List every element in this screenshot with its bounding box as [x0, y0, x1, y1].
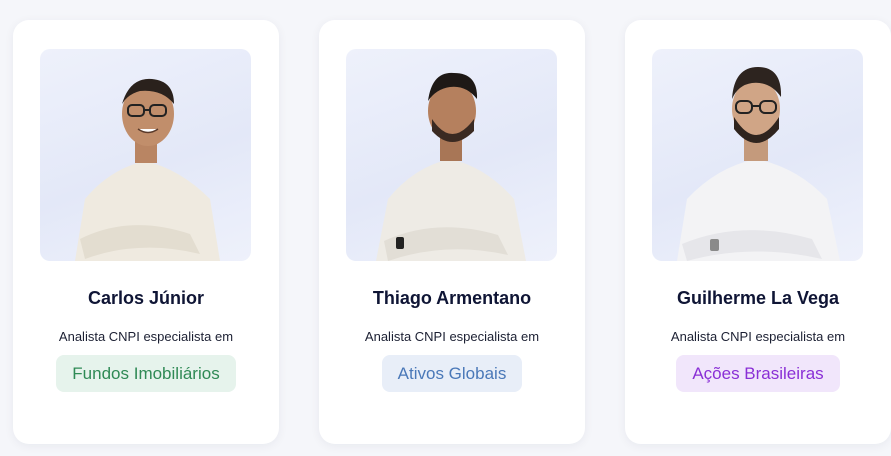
analyst-role: Analista CNPI especialista em — [364, 329, 540, 344]
analyst-role: Analista CNPI especialista em — [670, 329, 846, 344]
analyst-card[interactable]: Guilherme La Vega Analista CNPI especial… — [625, 20, 891, 444]
analyst-name: Carlos Júnior — [87, 288, 205, 308]
analyst-card[interactable]: Carlos Júnior Analista CNPI especialista… — [13, 20, 279, 444]
analyst-photo — [346, 49, 557, 261]
analyst-cards-row: Carlos Júnior Analista CNPI especialista… — [0, 0, 891, 456]
analyst-card[interactable]: Thiago Armentano Analista CNPI especiali… — [319, 20, 585, 444]
analyst-name: Thiago Armentano — [372, 288, 532, 308]
specialty-tag[interactable]: Ações Brasileiras — [676, 355, 840, 392]
analyst-photo — [40, 49, 251, 261]
specialty-tag[interactable]: Ativos Globais — [381, 355, 523, 392]
analyst-photo — [652, 49, 863, 261]
analyst-name: Guilherme La Vega — [676, 288, 840, 308]
analyst-role: Analista CNPI especialista em — [58, 329, 234, 344]
specialty-tag[interactable]: Fundos Imobiliários — [56, 355, 236, 392]
